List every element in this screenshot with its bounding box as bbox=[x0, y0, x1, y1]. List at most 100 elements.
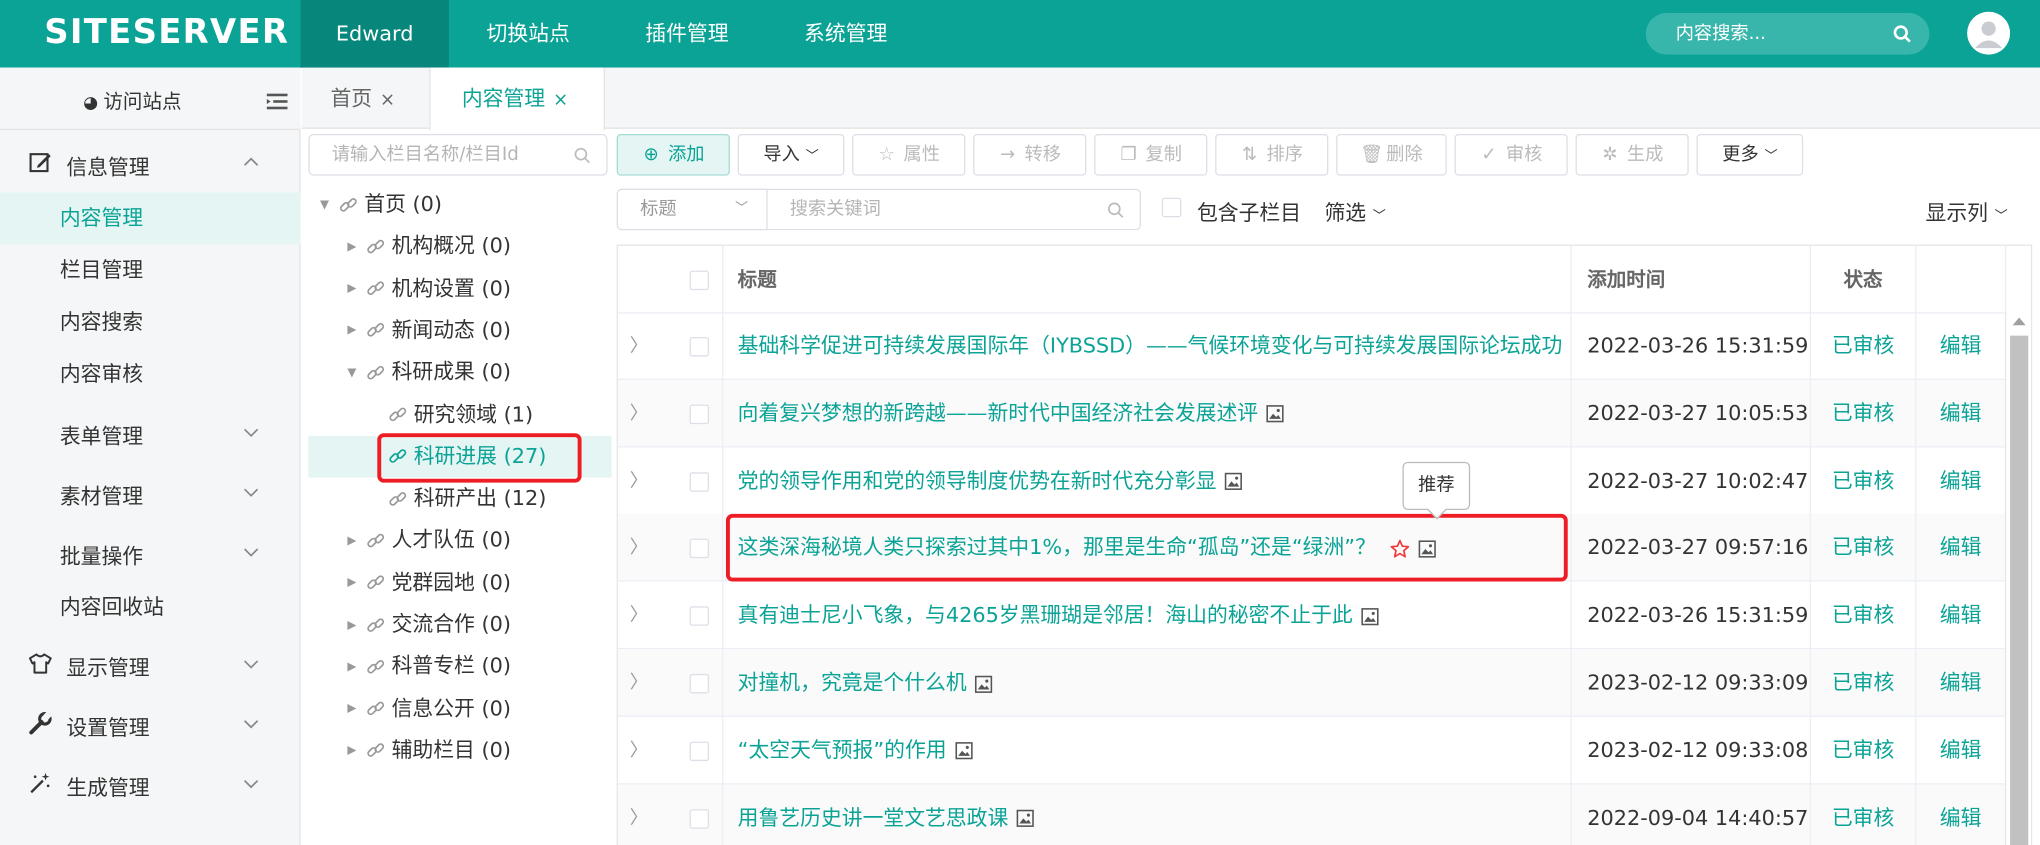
search-icon[interactable] bbox=[1893, 25, 1911, 43]
caret-right-icon[interactable]: ▶ bbox=[347, 690, 365, 729]
import-dropdown-button[interactable]: 导入 ﹀ bbox=[737, 134, 845, 176]
row-title-link[interactable]: 党的领导作用和党的领导制度优势在新时代充分彰显 bbox=[738, 468, 1217, 493]
caret-right-icon[interactable]: ▶ bbox=[347, 269, 365, 308]
caret-right-icon[interactable]: ▶ bbox=[347, 311, 365, 350]
caret-down-icon[interactable]: ▼ bbox=[347, 353, 365, 392]
tree-node[interactable]: ▼ 科研成果 (0) bbox=[347, 353, 511, 392]
scroll-up-arrow-icon[interactable] bbox=[2012, 317, 2026, 326]
sidebar-item-content-management[interactable]: 内容管理 bbox=[0, 192, 301, 245]
menu-group-display-management[interactable]: 显示管理 bbox=[0, 634, 301, 694]
sidebar-item-content-search[interactable]: 内容搜索 bbox=[0, 297, 301, 349]
menu-group-batch-operation[interactable]: 批量操作 bbox=[0, 522, 301, 582]
table-row[interactable]: 〉 基础科学促进可持续发展国际年（IYBSSD）——气候环境变化与可持续发展国际论… bbox=[617, 312, 2005, 380]
keyword-search-input[interactable]: 搜索关键词 bbox=[767, 188, 1141, 231]
tree-node[interactable]: ▶ 机构概况 (0) bbox=[347, 227, 511, 266]
collapse-menu-icon[interactable] bbox=[266, 92, 288, 110]
tree-node[interactable]: ▶ 辅助栏目 (0) bbox=[347, 731, 511, 770]
tab-content-management[interactable]: 内容管理 × bbox=[429, 67, 605, 131]
user-avatar[interactable] bbox=[1967, 11, 2011, 55]
sort-button[interactable]: ⇅ 排序 bbox=[1215, 134, 1329, 176]
row-checkbox[interactable] bbox=[688, 404, 709, 424]
search-field-select[interactable]: 标题 ﹀ bbox=[616, 188, 768, 231]
audit-button[interactable]: ✓ 审核 bbox=[1454, 134, 1568, 176]
scrollbar-thumb[interactable] bbox=[2010, 335, 2029, 845]
chevron-right-icon[interactable]: 〉 bbox=[618, 717, 660, 785]
tree-node[interactable]: ▶ 科普专栏 (0) bbox=[347, 647, 511, 686]
row-edit-link[interactable]: 编辑 bbox=[1916, 717, 2004, 785]
add-button[interactable]: ⊕ 添加 bbox=[616, 134, 730, 176]
tab-home[interactable]: 首页 × bbox=[302, 68, 429, 129]
row-edit-link[interactable]: 编辑 bbox=[1916, 447, 2004, 515]
row-title-link[interactable]: “太空天气预报”的作用 bbox=[738, 737, 947, 762]
row-edit-link[interactable]: 编辑 bbox=[1916, 649, 2004, 717]
tree-node[interactable]: ▶ 信息公开 (0) bbox=[347, 689, 511, 728]
close-icon[interactable]: × bbox=[380, 90, 395, 111]
tree-node[interactable]: ▶ 人才队伍 (0) bbox=[347, 521, 511, 560]
tree-node[interactable]: 研究领域 (1) bbox=[375, 395, 533, 434]
row-checkbox[interactable] bbox=[688, 673, 709, 694]
include-children-checkbox[interactable] bbox=[1161, 197, 1182, 218]
table-scrollbar[interactable] bbox=[2004, 312, 2031, 845]
tree-node[interactable]: ▼ 首页 (0) bbox=[320, 185, 442, 224]
nav-system-management[interactable]: 系统管理 bbox=[766, 0, 925, 68]
menu-group-info-management[interactable]: 信息管理 bbox=[0, 133, 301, 193]
row-title-link[interactable]: 用鲁艺历史讲一堂文艺思政课 bbox=[738, 805, 1009, 830]
nav-site-edward[interactable]: Edward bbox=[300, 0, 449, 68]
table-row[interactable]: 〉 真有迪士尼小飞象，与4265岁黑珊瑚是邻居！海山的秘密不止于此 2022-03-… bbox=[617, 582, 2005, 650]
nav-plugin-management[interactable]: 插件管理 bbox=[608, 0, 767, 68]
menu-group-generate-management[interactable]: 生成管理 bbox=[0, 753, 301, 813]
chevron-right-icon[interactable]: 〉 bbox=[618, 447, 660, 515]
close-icon[interactable]: × bbox=[553, 90, 568, 111]
caret-right-icon[interactable]: ▶ bbox=[347, 732, 365, 771]
column-search-input[interactable]: 请输入栏目名称/栏目Id bbox=[308, 134, 608, 176]
table-row[interactable]: 〉 对撞机，究竟是个什么机 2023-02-12 09:33:09 已审核 编辑 bbox=[617, 649, 2005, 717]
siteserver-logo[interactable]: SITESERVER bbox=[44, 13, 289, 52]
caret-right-icon[interactable]: ▶ bbox=[347, 564, 365, 603]
chevron-right-icon[interactable]: 〉 bbox=[618, 312, 660, 380]
row-edit-link[interactable]: 编辑 bbox=[1916, 380, 2004, 448]
row-title-link[interactable]: 基础科学促进可持续发展国际年（IYBSSD）——气候环境变化与可持续发展国际论坛… bbox=[738, 333, 1563, 358]
select-all-checkbox[interactable] bbox=[688, 270, 709, 291]
tree-node[interactable]: ▶ 新闻动态 (0) bbox=[347, 311, 511, 350]
chevron-right-icon[interactable]: 〉 bbox=[618, 380, 660, 448]
visit-site-link[interactable]: ◕ 访问站点 bbox=[83, 87, 181, 114]
visit-site-bar[interactable]: ◕ 访问站点 bbox=[0, 67, 301, 131]
tree-node[interactable]: ▶ 机构设置 (0) bbox=[347, 269, 511, 308]
content-search-input[interactable]: 内容搜索... bbox=[1645, 13, 1930, 55]
copy-button[interactable]: ❐ 复制 bbox=[1094, 134, 1208, 176]
chevron-right-icon[interactable]: 〉 bbox=[618, 582, 660, 650]
caret-down-icon[interactable]: ▼ bbox=[320, 185, 338, 224]
menu-group-settings-management[interactable]: 设置管理 bbox=[0, 693, 301, 753]
generate-button[interactable]: ✲ 生成 bbox=[1575, 134, 1689, 176]
table-row[interactable]: 〉 向着复兴梦想的新跨越——新时代中国经济社会发展述评 2022-03-27 10:… bbox=[617, 379, 2005, 448]
header-add-time[interactable]: 添加时间 bbox=[1587, 246, 1808, 314]
attributes-button[interactable]: ☆ 属性 bbox=[852, 134, 966, 176]
delete-button[interactable]: 🗑 删除 bbox=[1336, 134, 1447, 176]
caret-right-icon[interactable]: ▶ bbox=[347, 522, 365, 561]
row-edit-link[interactable]: 编辑 bbox=[1916, 312, 2004, 380]
chevron-right-icon[interactable]: 〉 bbox=[618, 649, 660, 717]
row-edit-link[interactable]: 编辑 bbox=[1916, 582, 2004, 650]
caret-right-icon[interactable]: ▶ bbox=[347, 606, 365, 645]
sidebar-item-column-management[interactable]: 栏目管理 bbox=[0, 245, 301, 297]
row-title-link[interactable]: 真有迪士尼小飞象，与4265岁黑珊瑚是邻居！海山的秘密不止于此 bbox=[738, 603, 1353, 628]
sidebar-item-content-audit[interactable]: 内容审核 bbox=[0, 349, 301, 401]
row-checkbox[interactable] bbox=[688, 471, 709, 492]
table-row[interactable]: 〉 党的领导作用和党的领导制度优势在新时代充分彰显 2022-03-27 10:02… bbox=[617, 447, 2005, 515]
menu-group-form-management[interactable]: 表单管理 bbox=[0, 402, 301, 462]
row-edit-link[interactable]: 编辑 bbox=[1916, 784, 2004, 845]
show-columns-dropdown[interactable]: 显示列 ﹀ bbox=[1926, 195, 2008, 226]
row-title-link[interactable]: 对撞机，究竟是个什么机 bbox=[738, 670, 967, 695]
caret-right-icon[interactable]: ▶ bbox=[347, 648, 365, 687]
table-row[interactable]: 〉 用鲁艺历史讲一堂文艺思政课 2022-09-04 14:40:57 已审核 编辑 bbox=[617, 783, 2005, 845]
tree-node[interactable]: 科研产出 (12) bbox=[375, 479, 546, 518]
row-edit-link[interactable]: 编辑 bbox=[1916, 514, 2004, 582]
more-dropdown-button[interactable]: 更多 ﹀ bbox=[1696, 134, 1804, 176]
caret-right-icon[interactable]: ▶ bbox=[347, 227, 365, 266]
header-title[interactable]: 标题 bbox=[738, 246, 1519, 314]
sidebar-item-content-recycle-bin[interactable]: 内容回收站 bbox=[0, 582, 301, 634]
row-title-link[interactable]: 向着复兴梦想的新跨越——新时代中国经济社会发展述评 bbox=[738, 400, 1258, 425]
chevron-right-icon[interactable]: 〉 bbox=[618, 514, 660, 582]
tree-node[interactable]: ▶ 党群园地 (0) bbox=[347, 563, 511, 602]
filter-dropdown[interactable]: 筛选 ﹀ bbox=[1324, 195, 1385, 226]
